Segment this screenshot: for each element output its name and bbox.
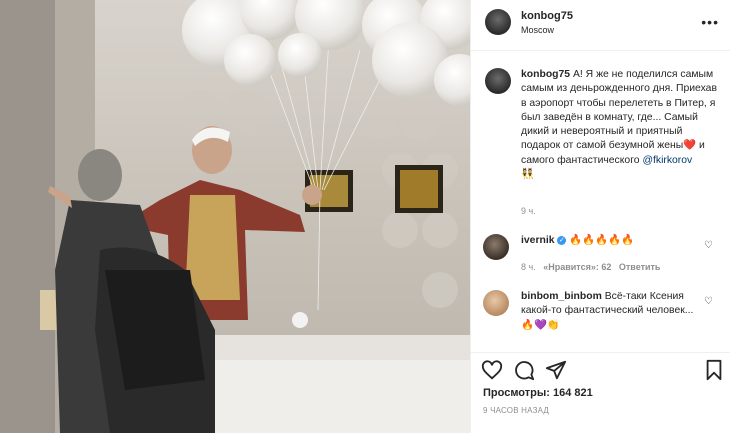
comment-username[interactable]: binbom_binbom [521, 291, 602, 302]
author-avatar[interactable] [485, 9, 511, 35]
share-icon[interactable] [545, 359, 567, 381]
post-caption: konbog75 А! Я же не поделился самым самы… [521, 68, 721, 182]
commenter-avatar[interactable] [483, 234, 509, 260]
heart-icon[interactable] [481, 359, 503, 381]
caption-avatar[interactable] [485, 68, 511, 94]
post-header: konbog75 Moscow ••• [471, 0, 730, 51]
post-location[interactable]: Moscow [521, 25, 554, 35]
mention-link[interactable]: @fkirkorov [642, 155, 692, 166]
like-comment-icon[interactable]: ♡ [704, 296, 713, 307]
action-bar [471, 352, 730, 383]
video-frame [0, 0, 470, 433]
dancers-emoji: 👯 [521, 169, 534, 181]
post-details-panel: konbog75 Moscow ••• konbog75 А! Я же не … [470, 0, 730, 433]
view-count[interactable]: Просмотры: 164 821 [483, 387, 593, 399]
comment-icon[interactable] [513, 359, 535, 381]
like-comment-icon[interactable]: ♡ [704, 240, 713, 251]
comment-meta: 8 ч. «Нравится»: 62 Ответить [521, 262, 660, 272]
comment-likes[interactable]: «Нравится»: 62 [543, 262, 611, 272]
comment: ivernik ✓ 🔥🔥🔥🔥🔥 [521, 234, 706, 248]
post-timestamp[interactable]: 9 ЧАСОВ НАЗАД [483, 406, 549, 415]
post-video[interactable] [0, 0, 470, 433]
comment: binbom_binbom Всё-таки Ксения какой-то ф… [521, 290, 706, 333]
bookmark-icon[interactable] [703, 359, 725, 381]
commenter-avatar[interactable] [483, 290, 509, 316]
heart-emoji: ❤️ [683, 140, 697, 152]
verified-badge-icon: ✓ [557, 236, 567, 245]
comment-text: 🔥🔥🔥🔥🔥 [569, 235, 634, 246]
comment-time[interactable]: 8 ч. [521, 262, 536, 272]
reply-button[interactable]: Ответить [619, 262, 661, 272]
more-options-icon[interactable]: ••• [701, 14, 719, 30]
caption-username[interactable]: konbog75 [521, 69, 570, 80]
caption-time[interactable]: 9 ч. [521, 206, 536, 216]
instagram-post: konbog75 Moscow ••• konbog75 А! Я же не … [0, 0, 730, 433]
author-username[interactable]: konbog75 [521, 10, 573, 22]
comment-username[interactable]: ivernik [521, 235, 555, 246]
